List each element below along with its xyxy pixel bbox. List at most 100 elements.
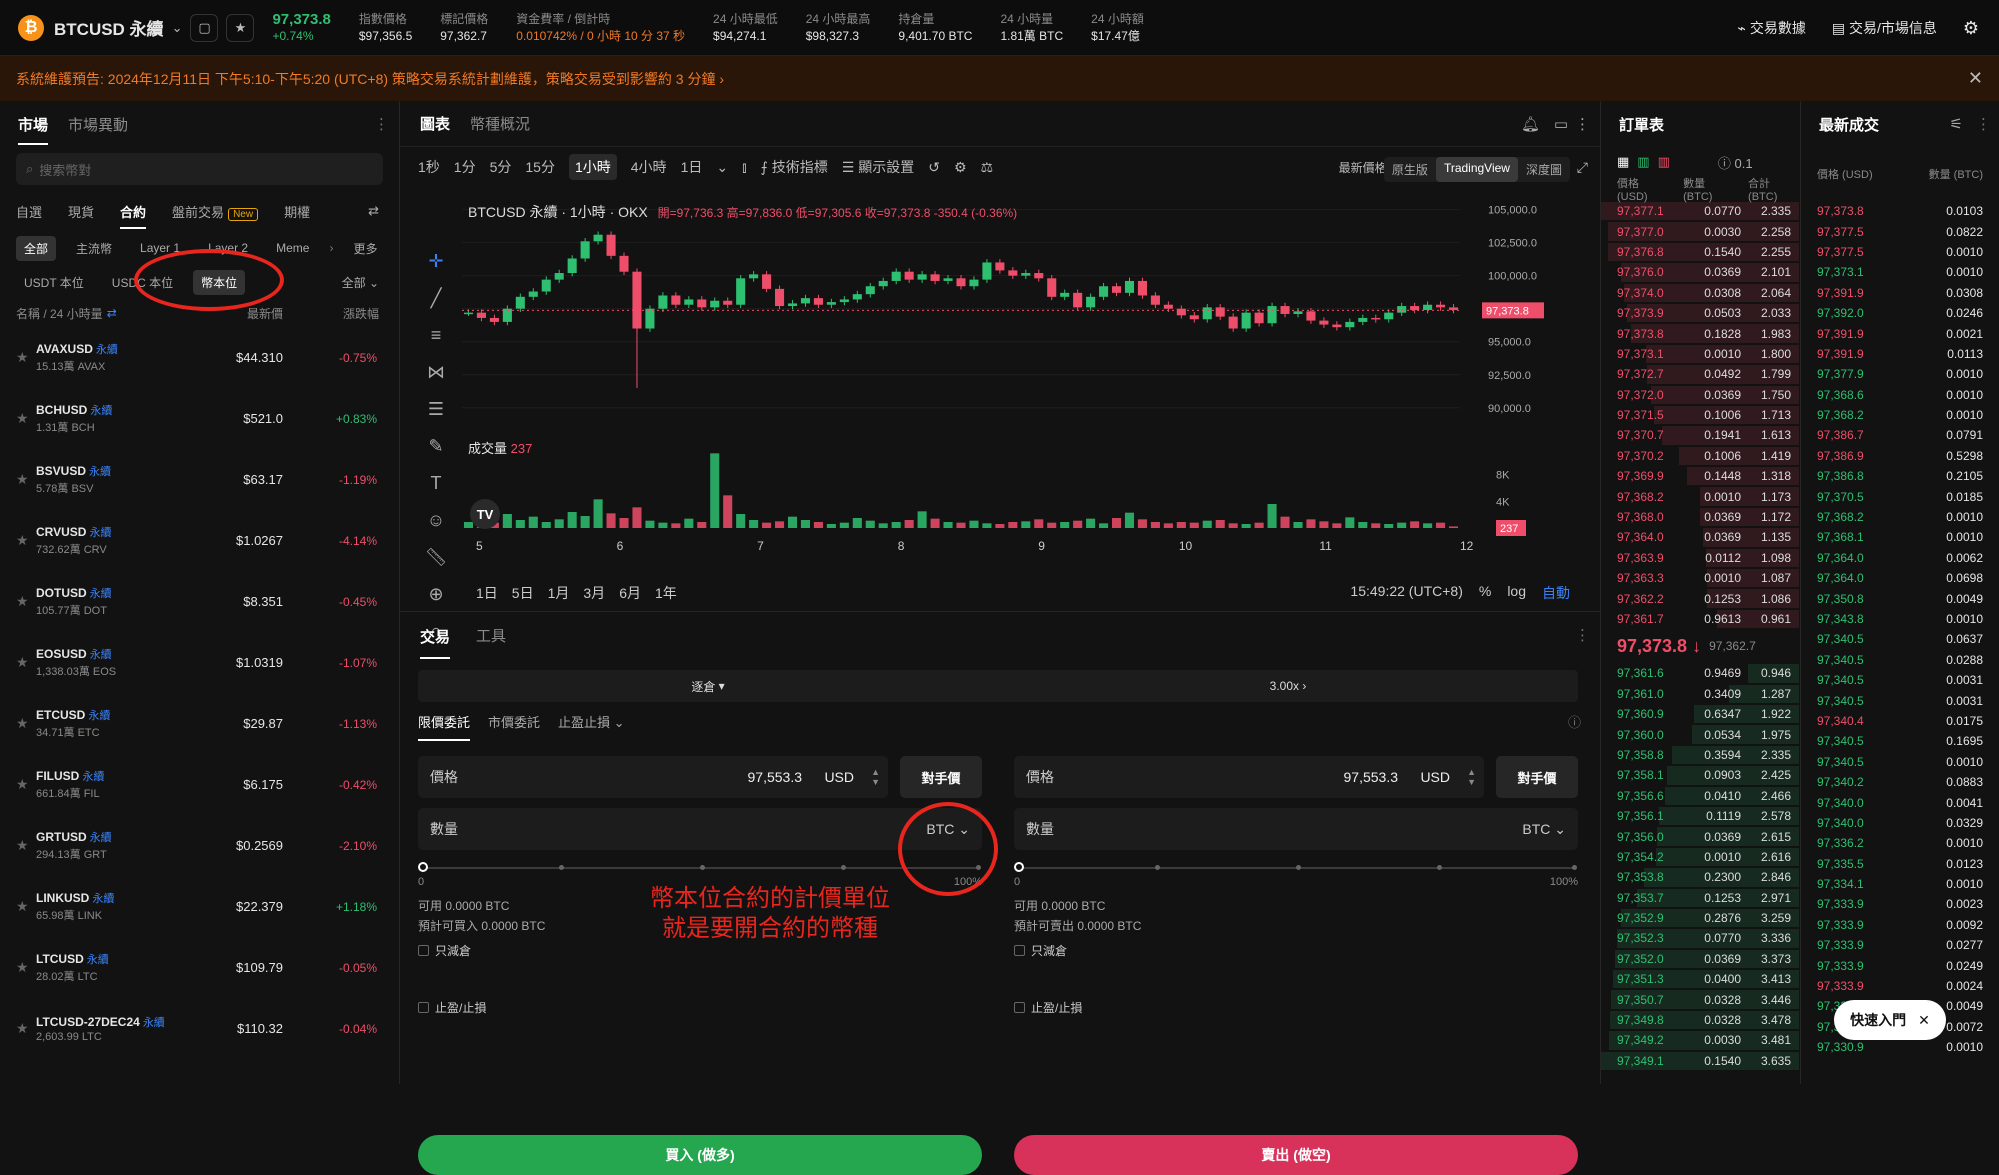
close-icon[interactable]: ✕	[1968, 68, 1983, 89]
market-info-link[interactable]: ▤ 交易/市場信息	[1832, 18, 1937, 38]
book-row[interactable]: 97,371.5 0.1006 1.713	[1601, 405, 1799, 425]
more-vert-icon[interactable]: ⋮	[1575, 115, 1590, 133]
market-row[interactable]: ★ GRTUSD 永續 294.13萬 GRT $0.2569 -2.10%	[0, 815, 399, 876]
range-2[interactable]: 1月	[548, 583, 570, 603]
range-4[interactable]: 6月	[619, 583, 641, 603]
interval-2[interactable]: 5分	[490, 157, 512, 177]
swap-icon[interactable]: ⇄	[107, 306, 117, 320]
market-row[interactable]: ★ LTCUSD 永續 28.02萬 LTC $109.79 -0.05%	[0, 937, 399, 998]
book-row[interactable]: 97,376.8 0.1540 2.255	[1601, 242, 1799, 262]
book-both-icon[interactable]: ▦	[1617, 154, 1629, 170]
buy-reduce-only-checkbox[interactable]: 只減倉	[418, 942, 982, 959]
sell-tpsl-checkbox[interactable]: 止盈/止損	[1014, 999, 1578, 1016]
price-step-dropdown[interactable]: ⓘ 0.1	[1718, 153, 1753, 172]
leverage-select[interactable]: 3.00x ›	[998, 670, 1578, 702]
market-row[interactable]: ★ ETCUSD 永續 34.71萬 ETC $29.87 -1.13%	[0, 693, 399, 754]
range-3[interactable]: 3月	[583, 583, 605, 603]
market-row[interactable]: ★ LINKUSD 永續 65.98萬 LINK $22.379 +1.18%	[0, 876, 399, 937]
book-bids-icon[interactable]: ▥	[1637, 154, 1649, 170]
book-row[interactable]: 97,361.7 0.9613 0.961	[1601, 609, 1799, 629]
chevron-down-icon[interactable]: ⌄	[716, 159, 728, 176]
percent-scale-toggle[interactable]: %	[1479, 583, 1491, 603]
zoom-in-icon[interactable]: ⊕	[428, 584, 443, 605]
fullscreen-icon[interactable]: ⤢	[1577, 159, 1588, 176]
book-row[interactable]: 97,373.1 0.0010 1.800	[1601, 344, 1799, 364]
star-icon[interactable]: ★	[16, 593, 36, 610]
market-row[interactable]: ★ DOTUSD 永續 105.77萬 DOT $8.351 -0.45%	[0, 571, 399, 632]
subtab-spot[interactable]: 現貨	[68, 202, 94, 221]
star-icon[interactable]: ★	[16, 654, 36, 671]
auto-scale-toggle[interactable]: 自動	[1542, 583, 1570, 603]
market-row[interactable]: ★ LTCUSD-27DEC24 永續 2,603.99 LTC $110.32 -0.0…	[0, 998, 399, 1059]
market-row[interactable]: ★ EOSUSD 永續 1,338.03萬 EOS $1.0319 -1.07%	[0, 632, 399, 693]
margin-usdt[interactable]: USDT 本位	[16, 270, 92, 295]
chip-more[interactable]: 更多	[345, 236, 385, 261]
buy-tpsl-checkbox[interactable]: 止盈/止損	[418, 999, 982, 1016]
buy-price-input[interactable]: 價格 97,553.3 USD ▲ ▼	[418, 756, 888, 798]
star-icon[interactable]: ★	[16, 1020, 36, 1037]
tab-coin-overview[interactable]: 幣種概況	[470, 113, 530, 134]
book-row[interactable]: 97,377.1 0.0770 2.335	[1601, 201, 1799, 221]
sell-qty-unit-dropdown[interactable]: BTC ⌄	[1522, 821, 1566, 838]
book-row[interactable]: 97,358.8 0.3594 2.335	[1601, 745, 1799, 765]
book-row[interactable]: 97,373.9 0.0503 2.033	[1601, 303, 1799, 323]
trade-data-link[interactable]: ⌁ 交易數據	[1738, 18, 1806, 38]
book-row[interactable]: 97,353.8 0.2300 2.846	[1601, 867, 1799, 887]
subtab-premarket[interactable]: 盤前交易 New	[172, 202, 259, 221]
subtab-watchlist[interactable]: 自選	[16, 202, 42, 221]
range-1[interactable]: 5日	[512, 583, 534, 603]
book-row[interactable]: 97,349.1 0.1540 3.635	[1601, 1051, 1799, 1071]
filter-all-dropdown[interactable]: 全部 ⌄	[342, 274, 379, 291]
book-row[interactable]: 97,364.0 0.0369 1.135	[1601, 527, 1799, 547]
book-row[interactable]: 97,360.9 0.6347 1.922	[1601, 704, 1799, 724]
market-search-input[interactable]: ⌕ 搜索幣對	[16, 153, 383, 185]
view-native[interactable]: 原生版	[1384, 157, 1436, 182]
book-row[interactable]: 97,352.3 0.0770 3.336	[1601, 928, 1799, 948]
chevron-right-icon[interactable]: ›	[329, 241, 333, 255]
more-vert-icon[interactable]: ⋮	[374, 115, 389, 133]
chip-meme[interactable]: Meme	[268, 237, 317, 259]
star-icon[interactable]: ★	[16, 898, 36, 915]
book-row[interactable]: 97,369.9 0.1448 1.318	[1601, 466, 1799, 486]
book-row[interactable]: 97,356.0 0.0369 2.615	[1601, 826, 1799, 846]
interval-6[interactable]: 1日	[681, 157, 703, 177]
star-icon[interactable]: ★	[16, 410, 36, 427]
help-icon[interactable]: ⓘ	[1568, 712, 1581, 731]
close-icon[interactable]: ✕	[1918, 1012, 1930, 1029]
chip-all[interactable]: 全部	[16, 235, 57, 261]
sell-quantity-input[interactable]: 數量 BTC ⌄	[1014, 808, 1578, 850]
book-row[interactable]: 97,372.7 0.0492 1.799	[1601, 364, 1799, 384]
star-icon[interactable]: ★	[16, 471, 36, 488]
log-scale-toggle[interactable]: log	[1507, 583, 1526, 603]
book-row[interactable]: 97,352.9 0.2876 3.259	[1601, 908, 1799, 928]
tab-trade[interactable]: 交易	[420, 626, 451, 659]
price-stepper[interactable]: ▲ ▼	[1467, 767, 1476, 787]
market-row[interactable]: ★ FILUSD 永續 661.84萬 FIL $6.175 -0.42%	[0, 754, 399, 815]
orderbook-title[interactable]: 訂單表	[1619, 114, 1664, 135]
more-vert-icon[interactable]: ⋮	[1976, 115, 1991, 133]
sell-counterparty-price-button[interactable]: 對手價	[1496, 756, 1578, 798]
price-chart[interactable]: 90,000.092,500.095,000.097,500.0100,000.…	[400, 193, 1600, 573]
tab-chart[interactable]: 圖表	[420, 113, 450, 134]
book-row[interactable]: 97,350.7 0.0328 3.446	[1601, 989, 1799, 1009]
book-row[interactable]: 97,358.1 0.0903 2.425	[1601, 765, 1799, 785]
market-row[interactable]: ★ AVAXUSD 永續 15.13萬 AVAX $44.310 -0.75%	[0, 327, 399, 388]
interval-1[interactable]: 1分	[454, 157, 476, 177]
trades-title[interactable]: 最新成交	[1819, 114, 1879, 135]
book-row[interactable]: 97,353.7 0.1253 2.971	[1601, 888, 1799, 908]
interval-3[interactable]: 15分	[525, 157, 555, 177]
col-name-volume[interactable]: 名稱 / 24 小時量	[16, 305, 103, 322]
book-row[interactable]: 97,377.0 0.0030 2.258	[1601, 221, 1799, 241]
star-icon[interactable]: ★	[16, 715, 36, 732]
filter-sliders-icon[interactable]: ⚟	[1950, 115, 1963, 133]
view-depth[interactable]: 深度圖	[1518, 157, 1570, 182]
margin-mode-select[interactable]: 逐倉 ▾	[418, 670, 998, 702]
book-row[interactable]: 97,362.2 0.1253 1.086	[1601, 588, 1799, 608]
range-5[interactable]: 1年	[655, 583, 677, 603]
quick-start-button[interactable]: 快速入門 ✕	[1834, 1000, 1946, 1040]
tab-market[interactable]: 市場	[18, 114, 49, 145]
book-row[interactable]: 97,351.3 0.0400 3.413	[1601, 969, 1799, 989]
subtab-options[interactable]: 期權	[284, 202, 310, 221]
star-icon[interactable]: ★	[16, 532, 36, 549]
book-row[interactable]: 97,363.9 0.0112 1.098	[1601, 548, 1799, 568]
